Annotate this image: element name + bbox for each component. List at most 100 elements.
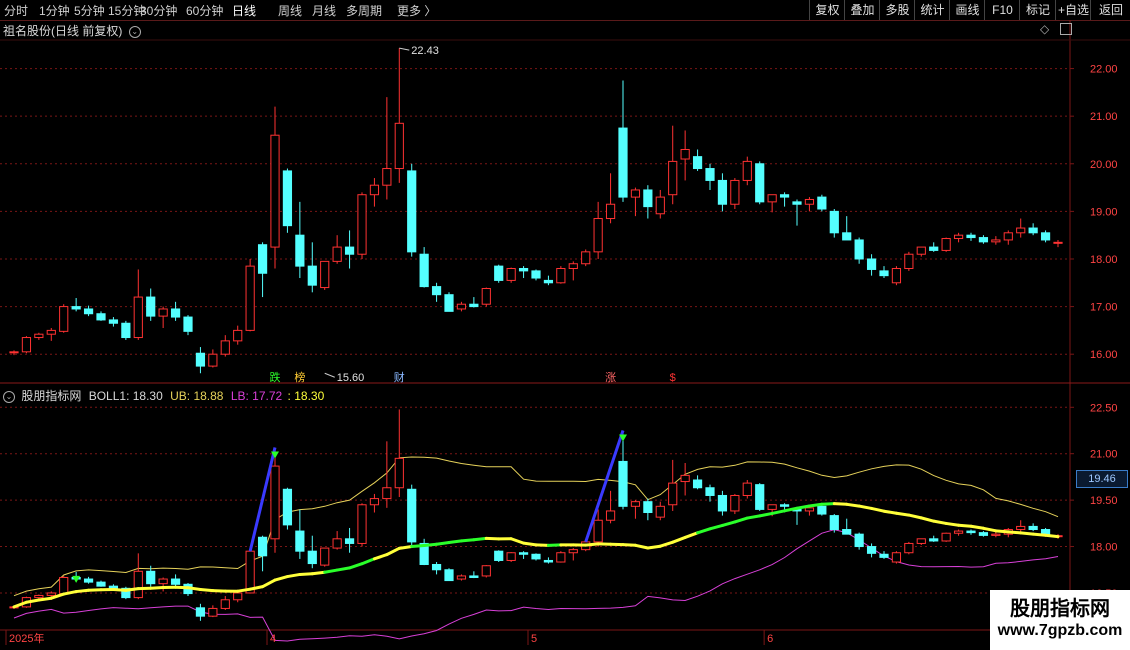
price-candle-body [494, 265, 504, 281]
boll-mid-line-segment [733, 516, 749, 524]
indicator-candle-body [543, 559, 554, 563]
price-candle-body [742, 160, 752, 181]
price-candle-body [829, 210, 839, 234]
indicator-candle-body [568, 549, 578, 554]
boll-mid-line-segment [671, 535, 687, 544]
chevron-down-icon[interactable]: ⌄ [3, 390, 15, 403]
price-candle-body [568, 263, 578, 270]
event-marker-1[interactable]: 榜 [294, 370, 305, 384]
price-candle-body [518, 268, 529, 272]
price-candle-body [966, 234, 976, 239]
price-candle-body [344, 246, 355, 255]
price-candle-body [643, 189, 653, 208]
boll-mid-line-segment [435, 541, 451, 546]
date-label: 2025年 [9, 631, 44, 645]
boll-mid-line-segment [658, 540, 675, 548]
indicator-candle-body [133, 570, 143, 599]
window-toggle-icon[interactable] [1060, 23, 1072, 35]
indicator-candle-body [991, 533, 1001, 536]
event-marker-3[interactable]: 涨 [605, 371, 616, 384]
indicator-candle-body [295, 530, 305, 552]
indicator-candle-body [730, 494, 740, 512]
stock-chart[interactable]: 22.00 21.00 20.00 19.00 18.00 17.00 16.00 22.50… [0, 0, 1130, 650]
price-candle-body [605, 203, 616, 220]
price-candle-body [506, 268, 516, 281]
indicator-candle-body [518, 552, 529, 555]
indicator-candle-body [643, 501, 653, 513]
indicator-candle-body [1028, 525, 1038, 531]
price-candle-body [817, 196, 827, 210]
boll-mid-line-segment [348, 562, 364, 570]
price-candle-body [34, 333, 44, 339]
boll-mid-line-segment [646, 544, 662, 550]
boll-mid-line-segment [1019, 531, 1035, 536]
extra-value: : 18.30 [287, 389, 325, 403]
price-candle-body [767, 194, 777, 203]
price-candle-body [842, 232, 852, 241]
price-candle-body [357, 194, 367, 255]
price-tick-label: 18.00 [1090, 254, 1118, 266]
indicator-candle-body [680, 474, 690, 483]
indicator-candle-body [146, 570, 156, 585]
indicator-candle-body [618, 460, 628, 507]
price-candle-body [1028, 227, 1038, 234]
indicator-candle-body [170, 578, 181, 585]
price-candle-body [717, 179, 728, 205]
indicator-candle-body [59, 576, 69, 595]
indicator-candle-body [382, 487, 392, 500]
boll-mid-line-segment [211, 589, 227, 593]
indicator-candle-body [978, 532, 989, 536]
indicator-candle-body [233, 592, 243, 601]
lb-value: LB: 17.72 [230, 389, 283, 403]
price-candle-body [170, 308, 181, 318]
diamond-icon[interactable]: ◇ [1040, 22, 1049, 36]
date-label: 6 [767, 633, 773, 645]
boll-mid-line-segment [385, 546, 401, 557]
boll-mid-line-segment [111, 588, 128, 592]
event-marker-0[interactable]: 跌 [270, 370, 281, 384]
indicator-candle-body [742, 482, 752, 496]
indicator-candle-body [605, 510, 616, 521]
indicator-candle-body [668, 482, 678, 506]
boll-mid-line-segment [770, 509, 787, 515]
boll-mid-line-segment [944, 521, 961, 527]
boll-mid-line-segment [832, 502, 849, 506]
boll-mid-line-segment [198, 587, 215, 593]
indicator-candle-body [307, 550, 317, 565]
indicator-candle-body [506, 552, 516, 561]
indicator-candle-body [630, 501, 641, 507]
price-candle-body [394, 122, 404, 170]
indicator-candle-body [431, 563, 442, 571]
price-tick-label: 19.00 [1090, 206, 1118, 218]
boll-mid-line-segment [124, 587, 140, 592]
price-candle-body [407, 170, 417, 253]
price-candle-body [456, 303, 467, 310]
event-marker-4[interactable]: $ [670, 372, 676, 384]
price-tick-label: 17.00 [1090, 302, 1118, 314]
boll-mid-line-segment [509, 537, 526, 545]
boll-mid-line-segment [845, 502, 861, 508]
indicator-candle-body [332, 538, 342, 549]
indicator-candle-body [1040, 529, 1051, 535]
boll-mid-line-segment [696, 527, 712, 535]
boll-mid-line-segment [410, 543, 426, 548]
chevron-down-icon[interactable]: ⌄ [128, 25, 141, 38]
boll-mid-line-segment [186, 586, 202, 591]
price-candle-body [792, 201, 802, 205]
boll-mid-line-segment [298, 572, 314, 576]
boll-mid-line-segment [882, 509, 898, 515]
indicator-candle-body [531, 553, 541, 560]
ub-value: UB: 18.88 [170, 389, 224, 403]
price-candle-body [804, 198, 815, 205]
price-candle-body [270, 134, 280, 248]
low-price-label: 15.60 [337, 372, 365, 384]
price-candle-body [307, 265, 317, 286]
price-candle-body [208, 353, 218, 367]
indicator-candle-body [208, 607, 218, 617]
boll-mid-line-segment [621, 543, 637, 547]
boll-mid-line-segment [894, 511, 911, 517]
boll-mid-line-segment [360, 557, 376, 566]
event-marker-2[interactable]: 财 [394, 370, 405, 384]
indicator-candle-body [108, 585, 119, 589]
boll-mid-line-segment [534, 543, 550, 547]
